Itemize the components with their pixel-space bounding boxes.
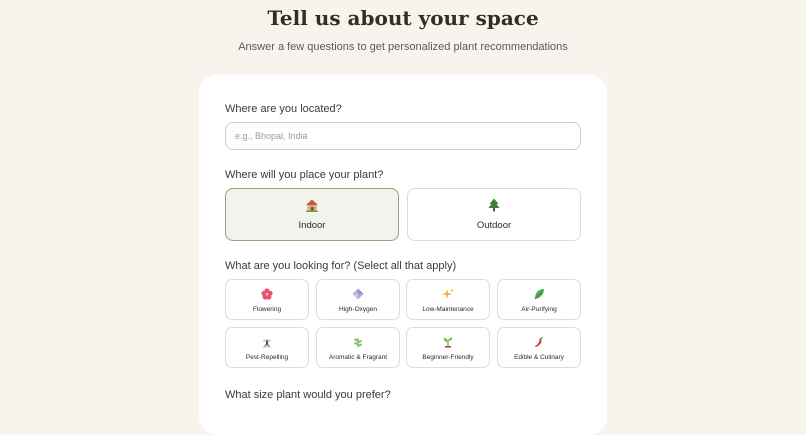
option-high-oxygen[interactable]: High-Oxygen <box>316 279 400 320</box>
option-edible-culinary[interactable]: Edible & Culinary <box>497 327 581 368</box>
option-label: Low-Maintenance <box>422 306 474 313</box>
option-low-maintenance[interactable]: Low-Maintenance <box>406 279 490 320</box>
option-air-purifying[interactable]: Air-Purifying <box>497 279 581 320</box>
location-input[interactable] <box>225 122 581 150</box>
page-title: Tell us about your space <box>267 6 539 30</box>
option-label: High-Oxygen <box>339 306 377 313</box>
option-label: Flowering <box>252 306 282 313</box>
size-question: What size plant would you prefer? <box>225 389 391 401</box>
page-header: Tell us about your space Answer a few qu… <box>0 0 806 54</box>
hibiscus-icon <box>226 288 308 301</box>
herb-icon <box>317 336 399 349</box>
placement-question: Where will you place your plant? <box>225 169 384 181</box>
option-flowering[interactable]: Flowering <box>225 279 309 320</box>
diamond-icon <box>317 288 399 301</box>
page-subtitle: Answer a few questions to get personaliz… <box>238 41 568 53</box>
option-label: Aromatic & Fragrant <box>328 354 388 361</box>
option-label: Beginner-Friendly <box>422 354 474 361</box>
location-question: Where are you located? <box>225 103 342 115</box>
chili-pepper-icon <box>498 336 580 349</box>
option-label: Edible & Culinary <box>514 354 564 361</box>
questionnaire-card: Where are you located? Where will you pl… <box>199 75 607 435</box>
placement-option-indoor[interactable]: Indoor <box>225 188 399 241</box>
house-icon <box>226 198 398 214</box>
sparkles-icon <box>407 288 489 301</box>
placement-option-label: Indoor <box>298 220 326 231</box>
leaf-icon <box>498 288 580 301</box>
tree-icon <box>408 198 580 214</box>
option-beginner-friendly[interactable]: Beginner-Friendly <box>406 327 490 368</box>
seedling-icon <box>407 336 489 349</box>
option-aromatic-fragrant[interactable]: Aromatic & Fragrant <box>316 327 400 368</box>
option-label: Pest-Repelling <box>245 354 289 361</box>
looking-for-question: What are you looking for? (Select all th… <box>225 260 457 272</box>
option-pest-repelling[interactable]: Pest-Repelling <box>225 327 309 368</box>
placement-option-label: Outdoor <box>476 220 512 231</box>
option-label: Air-Purifying <box>521 306 557 313</box>
placement-option-outdoor[interactable]: Outdoor <box>407 188 581 241</box>
mosquito-icon <box>226 336 308 349</box>
